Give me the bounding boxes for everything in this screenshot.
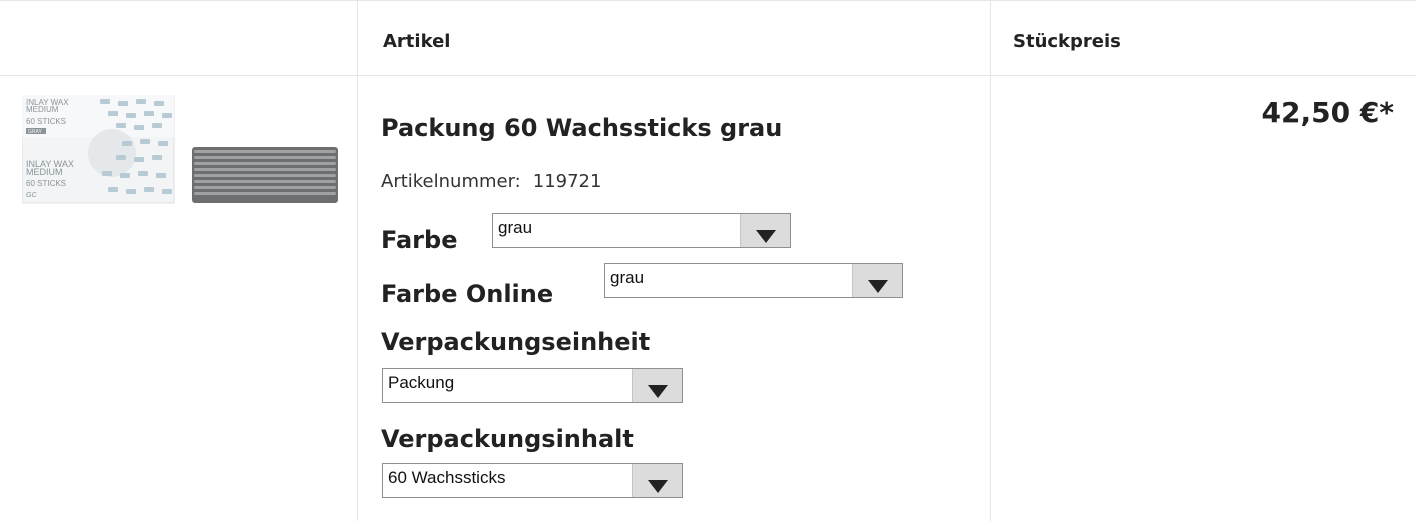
column-header-unit-price: Stückpreis bbox=[1013, 31, 1121, 52]
option-label-farbe-online: Farbe Online bbox=[381, 280, 554, 308]
image-text-brand: GC bbox=[26, 192, 37, 199]
option-label-verpackungseinheit: Verpackungseinheit bbox=[381, 328, 651, 356]
cart-table: Artikel Stückpreis INLAY WAX MEDIUM 60 S bbox=[0, 0, 1416, 521]
select-verpackungseinheit[interactable]: Packung bbox=[382, 368, 683, 403]
select-farbe-online[interactable]: grau bbox=[604, 263, 903, 298]
chevron-down-icon bbox=[868, 280, 888, 293]
column-divider-price bbox=[990, 0, 991, 521]
chevron-down-icon bbox=[648, 385, 668, 398]
column-divider-image bbox=[357, 0, 358, 521]
column-header-article: Artikel bbox=[383, 31, 451, 52]
dropdown-button[interactable] bbox=[740, 214, 790, 247]
select-farbe-value: grau bbox=[498, 218, 533, 237]
unit-price: 42,50 €* bbox=[1261, 96, 1394, 129]
select-farbe[interactable]: grau bbox=[492, 213, 791, 248]
dropdown-button[interactable] bbox=[632, 464, 682, 497]
chevron-down-icon bbox=[648, 480, 668, 493]
article-number-value: 119721 bbox=[532, 171, 602, 192]
option-label-farbe: Farbe bbox=[381, 226, 458, 254]
chevron-down-icon bbox=[756, 230, 776, 243]
article-number-row: Artikelnummer: 119721 bbox=[381, 169, 601, 195]
image-text-front-line3: 60 STICKS bbox=[26, 179, 66, 188]
product-image[interactable]: INLAY WAX MEDIUM 60 STICKS GRAY INLAY WA… bbox=[22, 95, 338, 207]
select-verpackungseinheit-value: Packung bbox=[388, 373, 455, 392]
image-text-top-line2: MEDIUM bbox=[26, 105, 59, 114]
dropdown-button[interactable] bbox=[632, 369, 682, 402]
image-text-top-line3: 60 STICKS bbox=[26, 117, 66, 126]
select-verpackungsinhalt-value: 60 Wachssticks bbox=[388, 468, 506, 487]
option-label-verpackungsinhalt: Verpackungsinhalt bbox=[381, 425, 634, 453]
image-text-front-line2: MEDIUM bbox=[26, 167, 63, 177]
table-header-divider bbox=[0, 75, 1416, 76]
image-text-badge: GRAY bbox=[28, 129, 42, 135]
product-title[interactable]: Packung 60 Wachssticks grau bbox=[381, 112, 782, 144]
article-number-label: Artikelnummer: bbox=[381, 171, 521, 192]
select-verpackungsinhalt[interactable]: 60 Wachssticks bbox=[382, 463, 683, 498]
table-top-border bbox=[0, 0, 1416, 1]
dropdown-button[interactable] bbox=[852, 264, 902, 297]
select-farbe-online-value: grau bbox=[610, 268, 645, 287]
